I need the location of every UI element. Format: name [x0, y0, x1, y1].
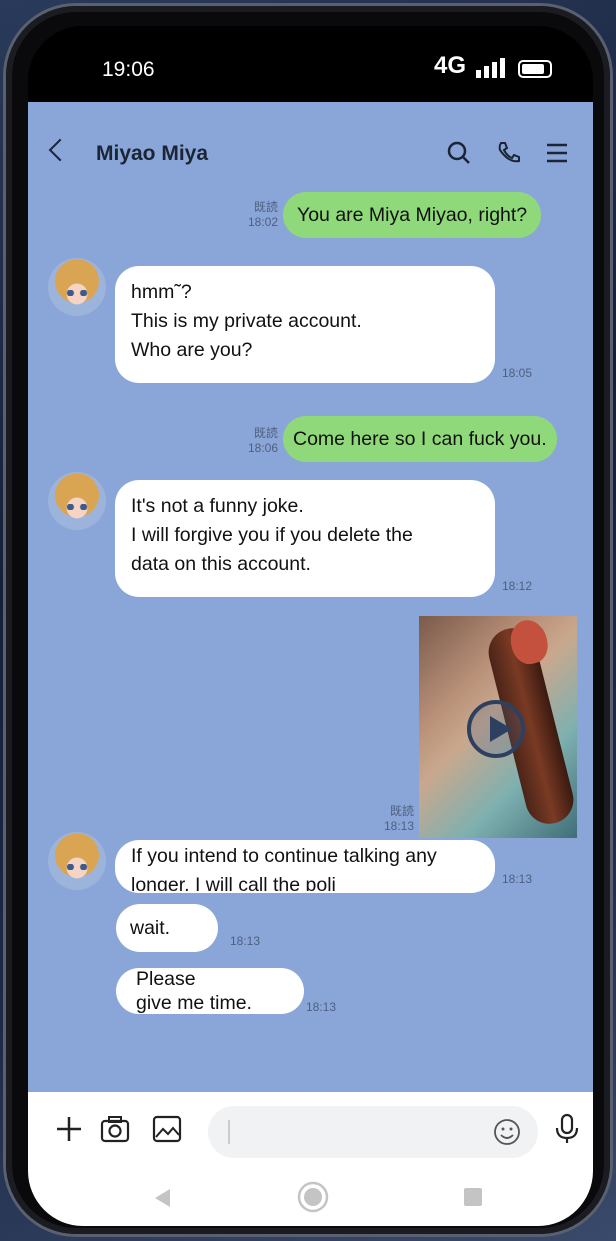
read-receipt: 既読 18:13	[383, 804, 414, 833]
avatar[interactable]	[48, 472, 106, 530]
chat-area[interactable]	[28, 102, 593, 1092]
message-bubble-outgoing[interactable]: Come here so I can fuck you.	[283, 416, 557, 462]
status-bar: 19:06 4G	[28, 26, 593, 102]
battery-icon	[518, 60, 552, 78]
home-circle-icon[interactable]	[296, 1180, 330, 1214]
message-bubble-incoming[interactable]: If you intend to continue talking any lon…	[115, 840, 495, 893]
avatar[interactable]	[48, 832, 106, 890]
message-time: 18:13	[230, 934, 261, 948]
message-time: 18:05	[502, 366, 533, 380]
phone-screen: 19:06 4G Miyao Miya 既読 18:02 You are Miya…	[28, 26, 593, 1226]
input-bar	[28, 1092, 593, 1174]
chat-header: Miyao Miya	[28, 102, 593, 182]
plus-icon[interactable]	[52, 1112, 86, 1146]
play-icon[interactable]	[467, 700, 525, 758]
message-bubble-outgoing[interactable]: You are Miya Miyao, right?	[283, 192, 542, 238]
phone-frame: 19:06 4G Miyao Miya 既読 18:02 You are Miya…	[6, 6, 610, 1234]
message-time: 18:13	[502, 872, 533, 886]
network-type: 4G	[434, 52, 467, 79]
image-icon[interactable]	[150, 1112, 184, 1146]
message-bubble-incoming[interactable]: Please give me time.	[116, 968, 304, 1014]
recents-square-icon[interactable]	[462, 1186, 484, 1208]
message-input[interactable]	[208, 1106, 538, 1158]
search-icon[interactable]	[444, 138, 474, 168]
message-bubble-incoming[interactable]: hmm˜? This is my private account. Who are …	[115, 266, 495, 383]
phone-icon[interactable]	[494, 138, 524, 168]
microphone-icon[interactable]	[550, 1112, 584, 1146]
read-receipt: 既読 18:02	[247, 200, 278, 229]
message-bubble-incoming[interactable]: It's not a funny joke. I will forgive you…	[115, 480, 495, 597]
message-time: 18:13	[306, 1000, 337, 1014]
menu-icon[interactable]	[542, 138, 572, 168]
message-bubble-incoming[interactable]: wait.	[116, 904, 218, 952]
avatar[interactable]	[48, 258, 106, 316]
message-time: 18:12	[502, 579, 533, 593]
contact-name[interactable]: Miyao Miya	[96, 142, 208, 166]
text-cursor	[228, 1120, 230, 1144]
status-time: 19:06	[102, 58, 155, 81]
video-message[interactable]	[419, 616, 577, 838]
read-receipt: 既読 18:06	[247, 426, 278, 455]
android-nav-bar	[28, 1174, 593, 1226]
emoji-icon[interactable]	[492, 1117, 522, 1147]
camera-icon[interactable]	[98, 1112, 132, 1146]
back-icon[interactable]	[48, 138, 72, 162]
back-triangle-icon[interactable]	[150, 1186, 174, 1210]
signal-icon	[476, 58, 508, 78]
